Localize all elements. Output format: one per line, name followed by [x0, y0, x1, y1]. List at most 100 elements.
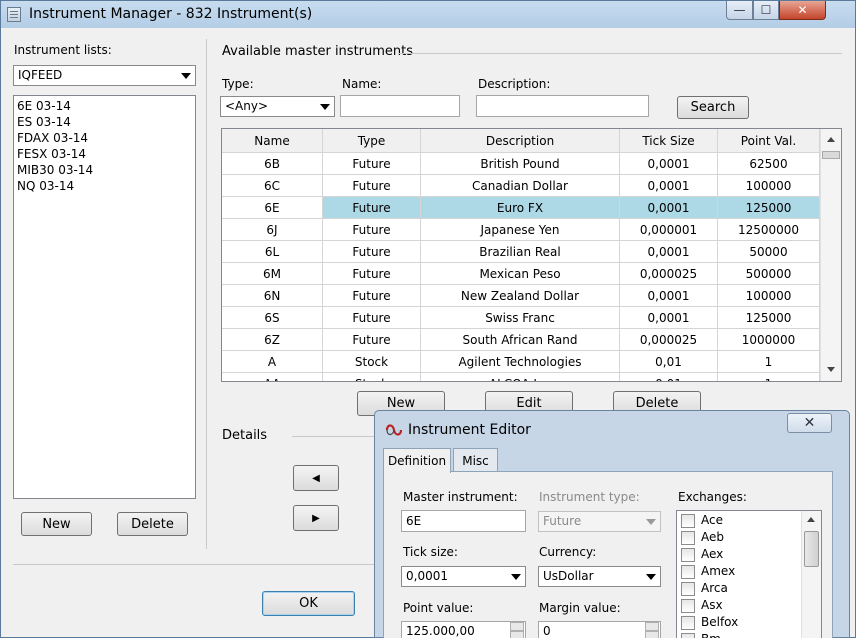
cell-tick-size[interactable]: 0,0001: [620, 197, 718, 219]
delete-list-button[interactable]: Delete: [117, 512, 188, 536]
name-input[interactable]: [340, 95, 460, 117]
cell-description[interactable]: Japanese Yen: [421, 219, 620, 241]
cell-name[interactable]: 6M: [222, 263, 323, 285]
list-item[interactable]: NQ 03-14: [17, 178, 74, 194]
cell-tick-size[interactable]: 0,0001: [620, 241, 718, 263]
search-button[interactable]: Search: [677, 96, 749, 119]
cell-point-value[interactable]: 100000: [718, 285, 820, 307]
cell-type[interactable]: Future: [323, 285, 421, 307]
margin-value-input[interactable]: 0: [538, 621, 661, 638]
cell-name[interactable]: AA: [222, 373, 323, 381]
tab-misc[interactable]: Misc: [453, 448, 498, 472]
cell-tick-size[interactable]: 0,0001: [620, 153, 718, 175]
tick-size-select[interactable]: 0,0001: [401, 566, 526, 587]
cell-type[interactable]: Future: [323, 153, 421, 175]
list-item[interactable]: ES 03-14: [17, 114, 71, 130]
cell-point-value[interactable]: 62500: [718, 153, 820, 175]
cell-tick-size[interactable]: 0,0001: [620, 175, 718, 197]
cell-type[interactable]: Future: [323, 329, 421, 351]
move-left-button[interactable]: ◀: [293, 465, 339, 491]
point-value-input[interactable]: 125.000,00: [401, 621, 526, 638]
cell-type[interactable]: Future: [323, 241, 421, 263]
cell-description[interactable]: South African Rand: [421, 329, 620, 351]
cell-point-value[interactable]: 125000: [718, 307, 820, 329]
list-item[interactable]: MIB30 03-14: [17, 162, 93, 178]
cell-type[interactable]: Future: [323, 307, 421, 329]
ok-button[interactable]: OK: [262, 591, 355, 616]
cell-description[interactable]: Canadian Dollar: [421, 175, 620, 197]
cell-name[interactable]: 6B: [222, 153, 323, 175]
list-item[interactable]: FESX 03-14: [17, 146, 86, 162]
cell-tick-size[interactable]: 0,000025: [620, 329, 718, 351]
column-header-tick-size[interactable]: Tick Size: [620, 129, 718, 153]
new-list-button[interactable]: New: [21, 512, 92, 536]
currency-select[interactable]: UsDollar: [538, 566, 661, 587]
scroll-up-icon[interactable]: [807, 517, 815, 522]
checkbox[interactable]: [681, 514, 695, 528]
cell-point-value[interactable]: 500000: [718, 263, 820, 285]
cell-name[interactable]: 6L: [222, 241, 323, 263]
cell-tick-size[interactable]: 0,000025: [620, 263, 718, 285]
cell-description[interactable]: British Pound: [421, 153, 620, 175]
spin-down-icon[interactable]: [510, 631, 524, 638]
cell-tick-size[interactable]: 0,000001: [620, 219, 718, 241]
description-input[interactable]: [476, 95, 649, 117]
scroll-thumb[interactable]: [804, 531, 819, 567]
column-header-name[interactable]: Name: [222, 129, 323, 153]
checkbox[interactable]: [681, 582, 695, 596]
spin-up-icon[interactable]: [510, 622, 524, 631]
cell-point-value[interactable]: 1000000: [718, 329, 820, 351]
cell-description[interactable]: Swiss Franc: [421, 307, 620, 329]
minimize-button[interactable]: —: [726, 1, 753, 20]
list-item[interactable]: 6E 03-14: [17, 98, 71, 114]
checkbox[interactable]: [681, 599, 695, 613]
cell-description[interactable]: New Zealand Dollar: [421, 285, 620, 307]
type-select[interactable]: <Any>: [220, 96, 335, 117]
scroll-thumb[interactable]: [822, 151, 840, 159]
cell-tick-size[interactable]: 0,01: [620, 373, 718, 381]
instrument-list-select[interactable]: IQFEED: [13, 65, 196, 86]
close-button[interactable]: ✕: [779, 1, 826, 20]
cell-type[interactable]: Future: [323, 197, 421, 219]
checkbox[interactable]: [681, 633, 695, 638]
scroll-up-icon[interactable]: [827, 137, 835, 142]
cell-tick-size[interactable]: 0,0001: [620, 307, 718, 329]
cell-name[interactable]: A: [222, 351, 323, 373]
cell-name[interactable]: 6C: [222, 175, 323, 197]
cell-point-value[interactable]: 1: [718, 373, 820, 381]
column-header-point-value[interactable]: Point Val.: [718, 129, 820, 153]
spin-down-icon[interactable]: [645, 631, 659, 638]
cell-point-value[interactable]: 50000: [718, 241, 820, 263]
checkbox[interactable]: [681, 531, 695, 545]
cell-point-value[interactable]: 100000: [718, 175, 820, 197]
cell-type[interactable]: Future: [323, 175, 421, 197]
editor-close-button[interactable]: ✕: [787, 413, 832, 433]
cell-type[interactable]: Future: [323, 219, 421, 241]
title-bar[interactable]: Instrument Manager - 832 Instrument(s) —…: [1, 1, 855, 28]
master-instrument-input[interactable]: 6E: [401, 510, 526, 532]
cell-point-value[interactable]: 12500000: [718, 219, 820, 241]
cell-point-value[interactable]: 1: [718, 351, 820, 373]
maximize-button[interactable]: ☐: [753, 1, 779, 20]
grid-scrollbar[interactable]: [820, 129, 841, 381]
cell-description[interactable]: ALCOA Inc: [421, 373, 620, 381]
cell-name[interactable]: 6Z: [222, 329, 323, 351]
cell-point-value[interactable]: 125000: [718, 197, 820, 219]
cell-name[interactable]: 6E: [222, 197, 323, 219]
cell-name[interactable]: 6S: [222, 307, 323, 329]
tab-definition[interactable]: Definition: [383, 448, 451, 473]
instruments-grid[interactable]: Name Type Description Tick Size Point Va…: [221, 128, 842, 382]
spin-up-icon[interactable]: [645, 622, 659, 631]
cell-description[interactable]: Euro FX: [421, 197, 620, 219]
cell-type[interactable]: Future: [323, 263, 421, 285]
cell-name[interactable]: 6J: [222, 219, 323, 241]
cell-tick-size[interactable]: 0,01: [620, 351, 718, 373]
checkbox[interactable]: [681, 616, 695, 630]
checkbox[interactable]: [681, 565, 695, 579]
checkbox[interactable]: [681, 548, 695, 562]
cell-tick-size[interactable]: 0,0001: [620, 285, 718, 307]
cell-description[interactable]: Brazilian Real: [421, 241, 620, 263]
exchanges-list[interactable]: Ace Aeb Aex Amex Arca Asx Belfox Bm: [676, 510, 822, 638]
cell-type[interactable]: Stock: [323, 351, 421, 373]
instrument-lists-box[interactable]: 6E 03-14 ES 03-14 FDAX 03-14 FESX 03-14 …: [13, 95, 196, 499]
